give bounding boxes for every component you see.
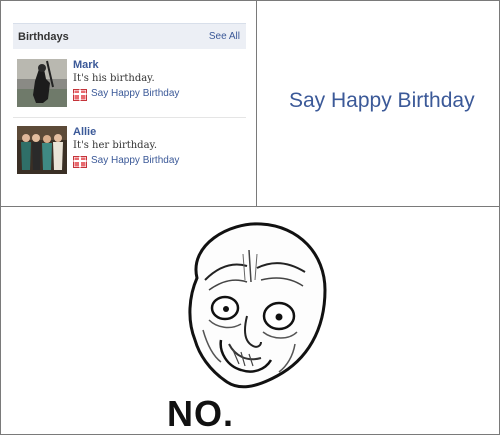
gift-icon	[73, 88, 87, 101]
no-caption: NO.	[167, 393, 235, 434]
say-happy-birthday-link-zoomed[interactable]: Say Happy Birthday	[289, 89, 475, 113]
birthday-status: It's her birthday.	[73, 140, 158, 151]
birthday-widget-panel: Birthdays See All Mark It's his birthday…	[0, 0, 257, 207]
avatar[interactable]	[17, 59, 67, 107]
entry-text: Mark It's his birthday. Say Happy Birthd…	[73, 59, 179, 101]
birthday-entry: Mark It's his birthday. Say Happy Birthd…	[13, 55, 246, 113]
widget-header: Birthdays See All	[13, 23, 246, 49]
say-happy-birthday-link[interactable]: Say Happy Birthday	[73, 87, 179, 101]
rage-face	[188, 222, 327, 389]
friend-name[interactable]: Allie	[73, 126, 179, 139]
action-label: Say Happy Birthday	[91, 155, 180, 166]
widget-title: Birthdays	[18, 30, 69, 43]
see-all-link[interactable]: See All	[209, 31, 240, 42]
reaction-panel: NO.	[0, 206, 500, 435]
birthday-entry: Allie It's her birthday. Say Happy Birth…	[13, 117, 246, 174]
birthday-status: It's his birthday.	[73, 73, 155, 84]
entry-text: Allie It's her birthday. Say Happy Birth…	[73, 126, 179, 168]
action-label: Say Happy Birthday	[91, 88, 180, 99]
birthdays-widget: Birthdays See All Mark It's his birthday…	[13, 23, 246, 174]
zoomed-link-panel: Say Happy Birthday	[256, 0, 500, 207]
avatar[interactable]	[17, 126, 67, 174]
friend-name[interactable]: Mark	[73, 59, 179, 72]
gift-icon	[73, 155, 87, 168]
say-happy-birthday-link[interactable]: Say Happy Birthday	[73, 154, 179, 168]
